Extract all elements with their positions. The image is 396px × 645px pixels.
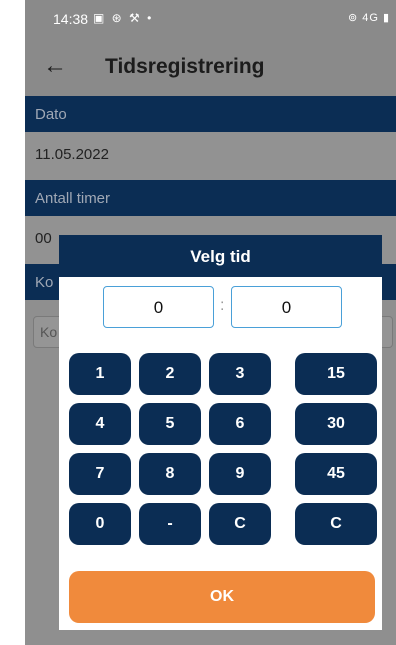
key-clear-hours[interactable]: C — [209, 503, 271, 545]
hours-label: Antall timer — [35, 190, 111, 207]
phone-screen: 14:38 ▣ ⊛ ⚒ • ⊚ 4G ▮ ← Tidsregistrering … — [25, 0, 396, 645]
key-6[interactable]: 6 — [209, 403, 271, 445]
date-label: Dato — [35, 106, 67, 123]
comment-label: Ko — [35, 274, 54, 291]
date-field[interactable]: 11.05.2022 — [25, 132, 396, 180]
key-2[interactable]: 2 — [139, 353, 201, 395]
status-bar: 14:38 ▣ ⊛ ⚒ • ⊚ 4G ▮ — [25, 0, 396, 38]
key-clear-minutes[interactable]: C — [295, 503, 377, 545]
hours-section-header: Antall timer — [25, 180, 396, 216]
key-8[interactable]: 8 — [139, 453, 201, 495]
key-1[interactable]: 1 — [69, 353, 131, 395]
key-4[interactable]: 4 — [69, 403, 131, 445]
key-minus[interactable]: - — [139, 503, 201, 545]
date-section-header: Dato — [25, 96, 396, 132]
key-45-minutes[interactable]: 45 — [295, 453, 377, 495]
date-value: 11.05.2022 — [35, 146, 109, 163]
hours-value: 00 — [35, 230, 52, 247]
app-bar: ← Tidsregistrering — [25, 38, 396, 96]
time-picker-dialog: Velg tid 0 : 0 1 2 3 4 5 6 7 8 9 0 - C 1… — [59, 235, 382, 630]
key-3[interactable]: 3 — [209, 353, 271, 395]
page-title: Tidsregistrering — [105, 55, 265, 78]
key-5[interactable]: 5 — [139, 403, 201, 445]
notification-icons: ▣ ⊛ ⚒ • — [93, 11, 154, 25]
comment-placeholder: Ko — [40, 324, 58, 340]
back-arrow-icon[interactable]: ← — [43, 52, 67, 80]
key-9[interactable]: 9 — [209, 453, 271, 495]
key-15-minutes[interactable]: 15 — [295, 353, 377, 395]
key-7[interactable]: 7 — [69, 453, 131, 495]
dialog-title: Velg tid — [59, 235, 382, 277]
minutes-input[interactable]: 0 — [231, 286, 342, 328]
system-icons: ⊚ 4G ▮ — [347, 12, 390, 24]
ok-button[interactable]: OK — [69, 571, 375, 623]
key-30-minutes[interactable]: 30 — [295, 403, 377, 445]
time-separator: : — [220, 297, 225, 314]
status-time: 14:38 — [53, 11, 89, 27]
hours-input[interactable]: 0 — [103, 286, 214, 328]
key-0[interactable]: 0 — [69, 503, 131, 545]
